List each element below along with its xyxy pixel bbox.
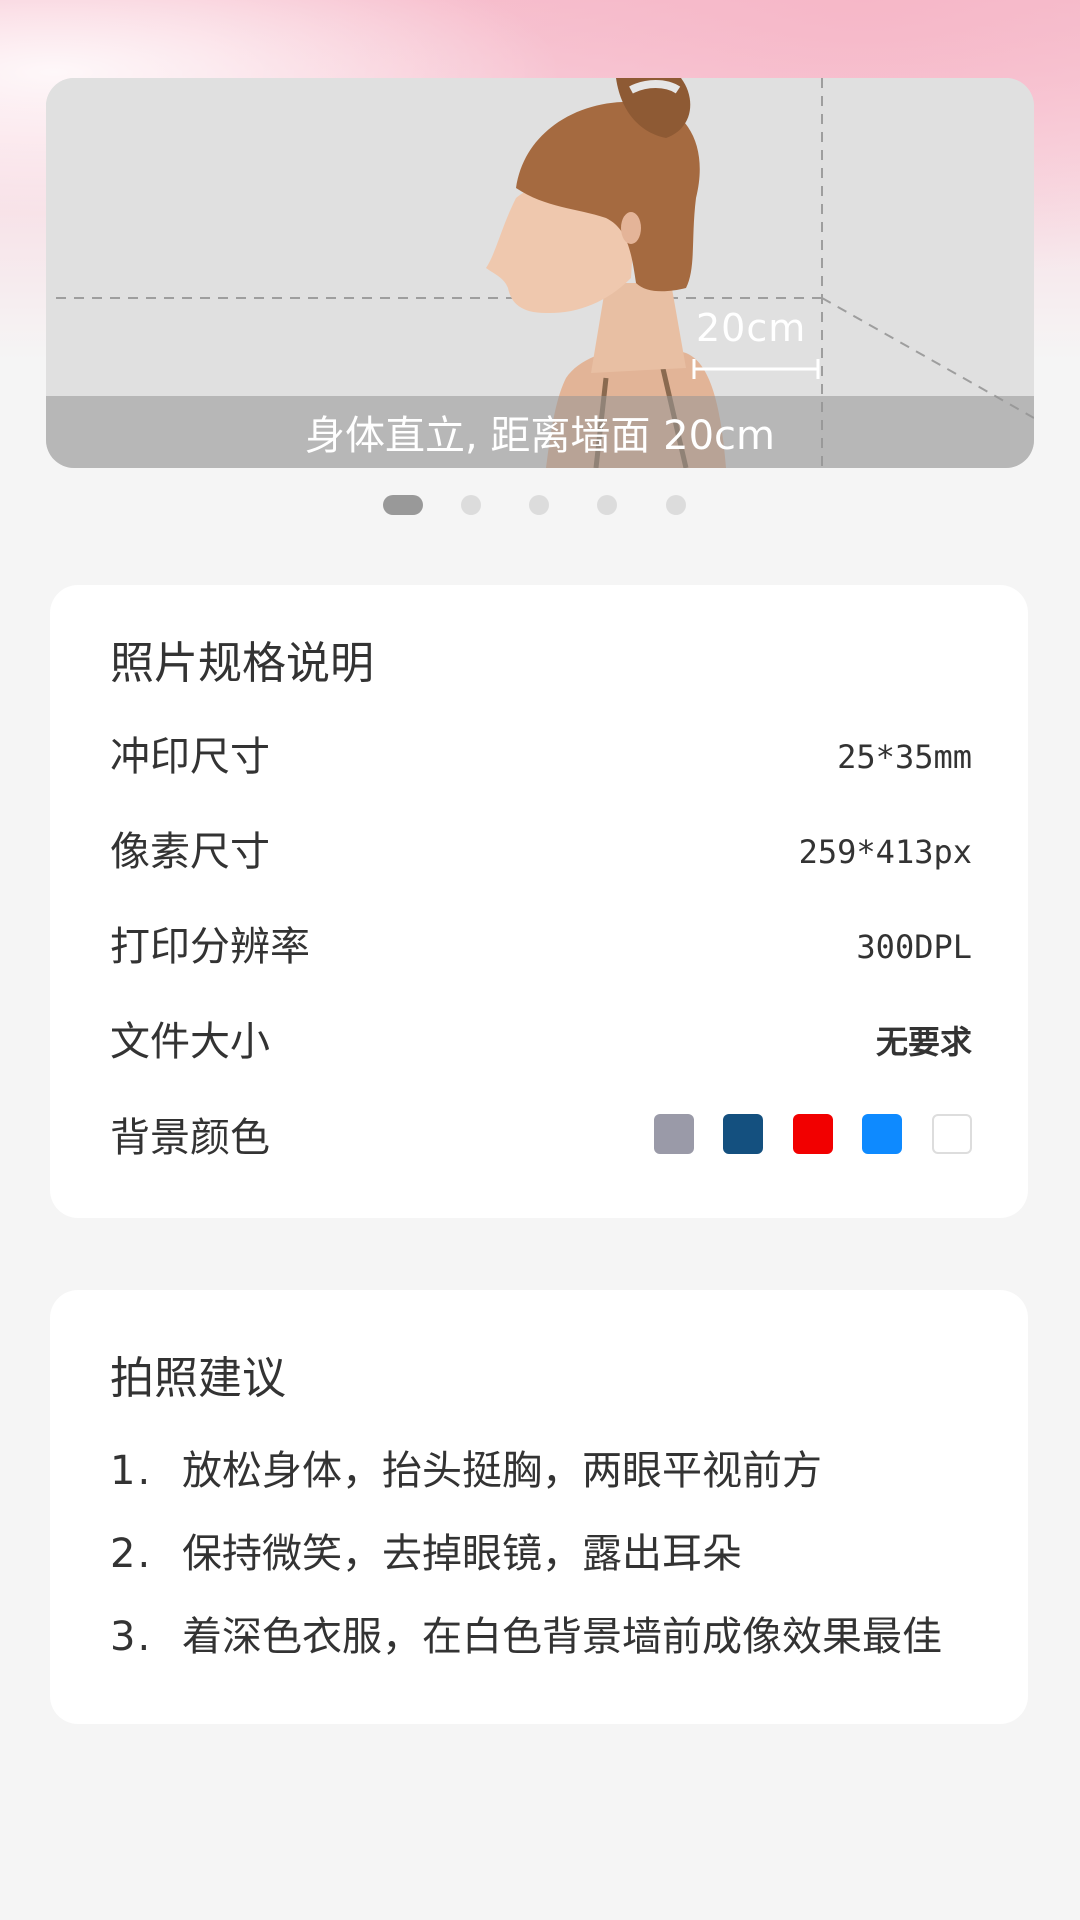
background-color-swatches <box>654 1114 972 1156</box>
spec-row-background-color: 背景颜色 <box>110 1108 972 1168</box>
pagination-dot-3[interactable] <box>529 495 549 515</box>
tip-text: 着深色衣服，在白色背景墙前成像效果最佳 <box>182 1614 942 1660</box>
tip-number: 1. <box>110 1448 153 1494</box>
tip-number: 2. <box>110 1531 153 1577</box>
spec-label: 文件大小 <box>110 1019 270 1065</box>
spec-row-file-size: 文件大小 无要求 <box>110 1012 972 1072</box>
tip-item: 2. 保持微笑，去掉眼镜，露出耳朵 <box>110 1521 742 1579</box>
photo-spec-card: 照片规格说明 冲印尺寸 25*35mm 像素尺寸 259*413px 打印分辨率… <box>50 585 1028 1218</box>
spec-row-pixel-size: 像素尺寸 259*413px <box>110 822 972 882</box>
carousel-caption: 身体直立, 距离墙面 20cm <box>305 413 775 459</box>
spec-value: 25*35mm <box>837 738 972 776</box>
tip-text: 放松身体，抬头挺胸，两眼平视前方 <box>182 1448 822 1494</box>
tip-item: 1. 放松身体，抬头挺胸，两眼平视前方 <box>110 1438 822 1496</box>
color-swatch-blue[interactable] <box>862 1114 902 1154</box>
spec-value: 300DPL <box>856 928 972 966</box>
photo-guide-carousel[interactable]: 20cm 身体直立, 距离墙面 20cm <box>46 78 1034 468</box>
spec-value: 无要求 <box>875 1023 972 1061</box>
color-swatch-navy[interactable] <box>723 1114 763 1154</box>
spec-card-title: 照片规格说明 <box>110 638 374 689</box>
distance-label: 20cm <box>696 306 807 350</box>
tip-number: 3. <box>110 1614 153 1660</box>
spec-label: 像素尺寸 <box>110 829 270 875</box>
color-swatch-gray[interactable] <box>654 1114 694 1154</box>
spec-label: 打印分辨率 <box>110 924 310 970</box>
spec-row-print-size: 冲印尺寸 25*35mm <box>110 727 972 787</box>
carousel-pagination <box>0 495 1080 517</box>
pagination-dot-5[interactable] <box>666 495 686 515</box>
spec-label: 冲印尺寸 <box>110 734 270 780</box>
color-swatch-white[interactable] <box>932 1114 972 1154</box>
pagination-dot-4[interactable] <box>597 495 617 515</box>
tip-item: 3. 着深色衣服，在白色背景墙前成像效果最佳 <box>110 1604 942 1662</box>
spec-value: 259*413px <box>798 833 972 871</box>
tips-card-title: 拍照建议 <box>110 1353 286 1404</box>
pagination-dot-2[interactable] <box>461 495 481 515</box>
photo-tips-card: 拍照建议 1. 放松身体，抬头挺胸，两眼平视前方 2. 保持微笑，去掉眼镜，露出耳朵… <box>50 1290 1028 1724</box>
tip-text: 保持微笑，去掉眼镜，露出耳朵 <box>182 1531 742 1577</box>
color-swatch-red[interactable] <box>793 1114 833 1154</box>
spec-row-print-resolution: 打印分辨率 300DPL <box>110 917 972 977</box>
spec-label: 背景颜色 <box>110 1115 270 1161</box>
pagination-dot-1[interactable] <box>383 495 423 515</box>
